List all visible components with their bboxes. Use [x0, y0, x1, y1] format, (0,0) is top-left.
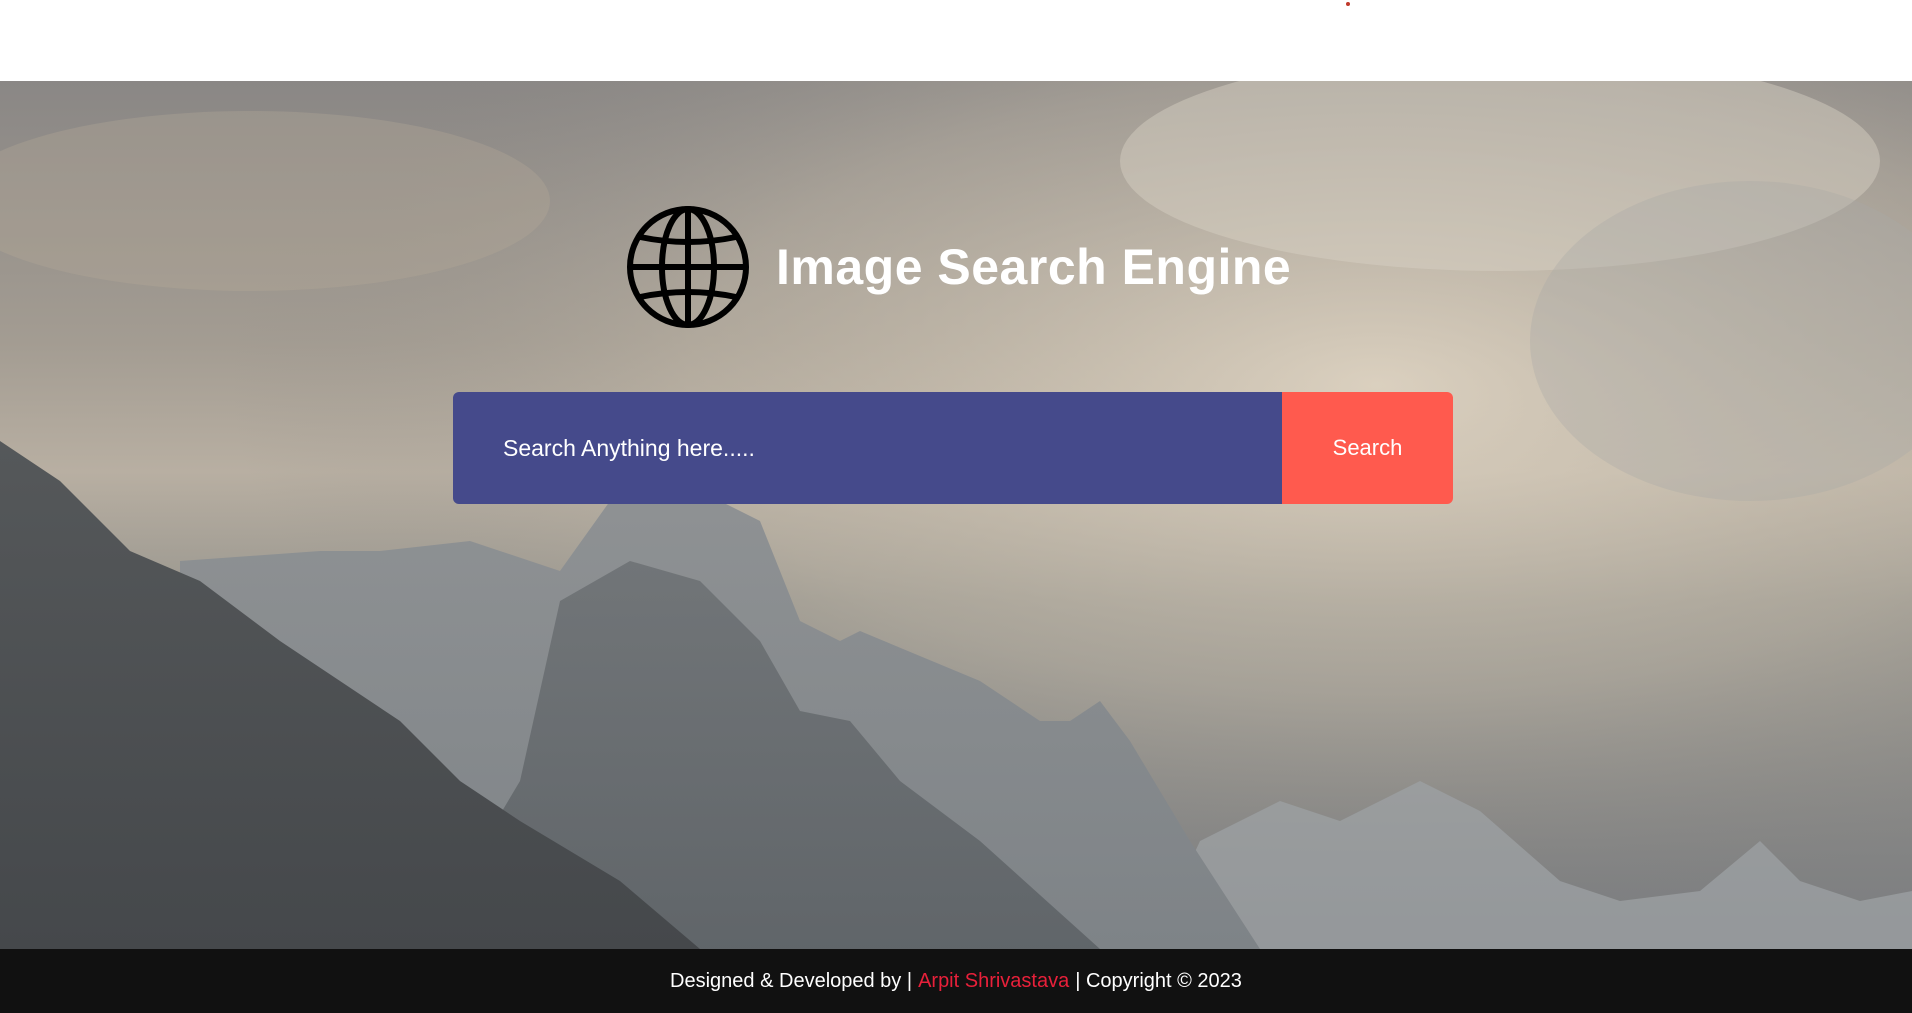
globe-icon: [627, 206, 749, 328]
author-link[interactable]: Arpit Shrivastava: [918, 970, 1069, 993]
hero-section: Image Search Engine Search: [0, 81, 1912, 949]
top-bar: [0, 0, 1912, 81]
search-button[interactable]: Search: [1282, 392, 1453, 504]
footer-prefix-text: Designed & Developed by |: [670, 969, 913, 992]
search-form: Search: [453, 392, 1453, 504]
footer: Designed & Developed by | Arpit Shrivast…: [0, 949, 1912, 1013]
top-bar-dot: [1346, 2, 1350, 6]
title-row: Image Search Engine: [626, 205, 1291, 329]
footer-copyright-text: | Copyright © 2023: [1075, 969, 1242, 992]
search-input[interactable]: [453, 392, 1282, 504]
page-title: Image Search Engine: [776, 239, 1292, 295]
